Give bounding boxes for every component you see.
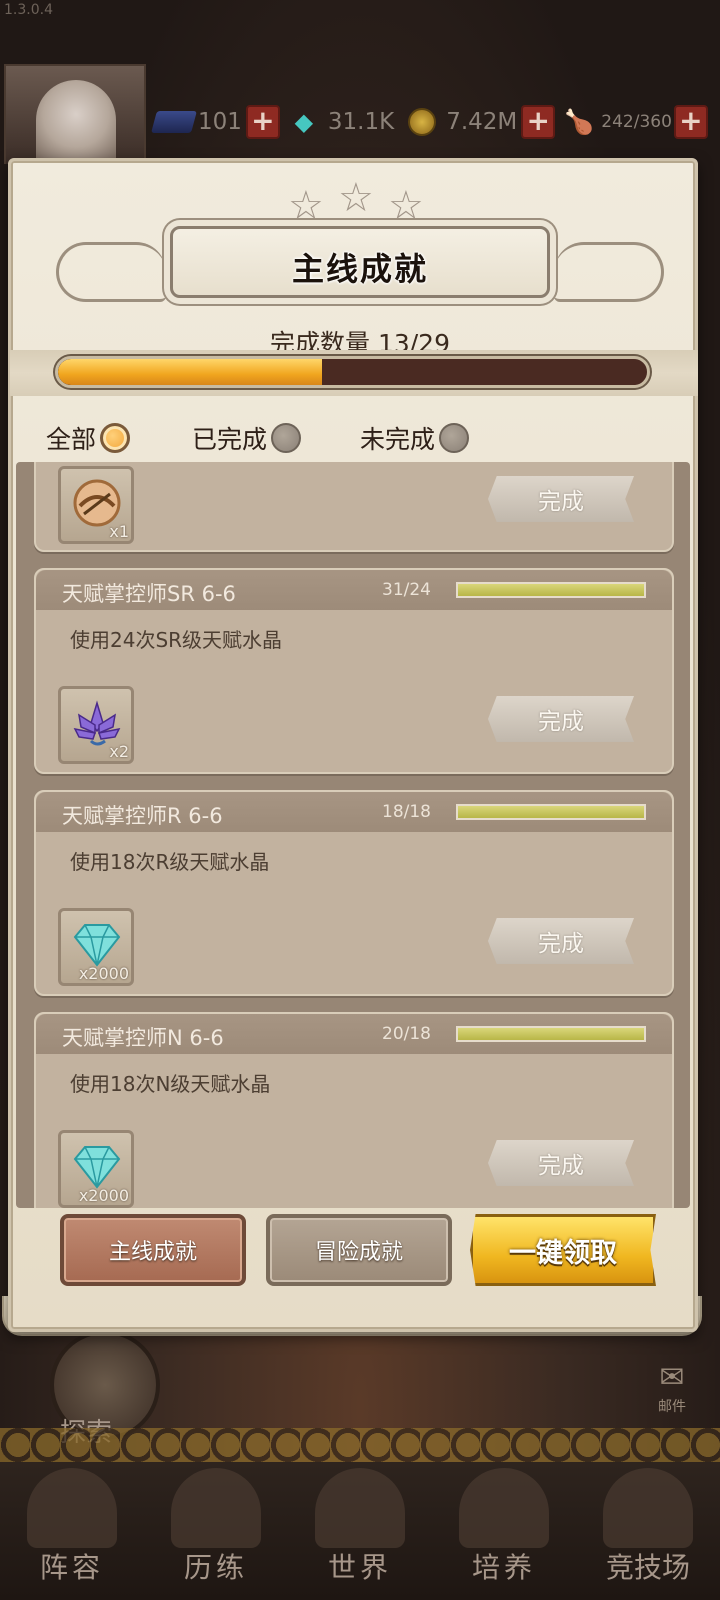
- resource-bar: 101 + ◆ 31.1K 7.42M + 🍗 242/360 +: [151, 96, 720, 148]
- claim-all-button[interactable]: 一键领取: [470, 1214, 656, 1286]
- achievement-title: 天赋掌控师SR 6-6: [62, 582, 236, 606]
- achievement-list[interactable]: x1 完成 天赋掌控师SR 6-6 31/24 使用24次SR级天赋水晶 x2 …: [16, 462, 690, 1208]
- complete-button[interactable]: 完成: [488, 476, 634, 522]
- achievement-progress-bar: [456, 582, 646, 598]
- filter-all[interactable]: 全部: [46, 420, 131, 456]
- achievement-progress-fill: [458, 584, 644, 596]
- card-header: 天赋掌控师N 6-6 20/18: [36, 1014, 672, 1054]
- complete-button[interactable]: 完成: [488, 696, 634, 742]
- mail-button[interactable]: ✉ 邮件: [644, 1360, 700, 1420]
- completion-progress-fill: [58, 359, 323, 385]
- achievement-count: 18/18: [382, 802, 431, 822]
- filter-incomplete[interactable]: 未完成: [360, 420, 470, 456]
- achievement-description: 使用18次N级天赋水晶: [70, 1072, 271, 1096]
- resource-gold: 7.42M +: [402, 102, 556, 142]
- achievement-title: 天赋掌控师R 6-6: [62, 804, 223, 828]
- achievement-card: 天赋掌控师R 6-6 18/18 使用18次R级天赋水晶 x2000 完成: [34, 790, 674, 996]
- panel-footer: 主线成就 冒险成就 一键领取: [0, 1214, 720, 1288]
- complete-button[interactable]: 完成: [488, 1140, 634, 1186]
- nav-lineup[interactable]: 阵容: [0, 1462, 144, 1600]
- version-label: 1.3.0.4: [4, 2, 53, 18]
- radio-unselected-icon[interactable]: [439, 423, 470, 453]
- filter-completed-label: 已完成: [192, 425, 268, 454]
- world-emblem-icon: [315, 1468, 405, 1548]
- resource-tome: 101 +: [151, 102, 280, 142]
- filter-group: 全部 已完成 未完成: [46, 420, 686, 460]
- player-avatar[interactable]: [4, 64, 146, 166]
- tome-icon: [151, 107, 197, 137]
- resource-diamond: ◆ 31.1K: [284, 102, 398, 142]
- achievement-progress-bar: [456, 804, 646, 820]
- nav-cultivate-label: 培养: [471, 1551, 536, 1584]
- nav-training[interactable]: 历练: [144, 1462, 288, 1600]
- gate-icon: [171, 1468, 261, 1548]
- card-header: 天赋掌控师SR 6-6 31/24: [36, 570, 672, 610]
- star-icon: ☆: [338, 175, 374, 221]
- radio-unselected-icon[interactable]: [271, 423, 302, 453]
- add-stamina-button[interactable]: +: [673, 105, 708, 139]
- mail-icon: ✉: [659, 1360, 685, 1395]
- avatar-portrait: [36, 80, 116, 166]
- filter-all-label: 全部: [46, 425, 97, 454]
- filter-completed[interactable]: 已完成: [192, 420, 302, 456]
- reward-slot[interactable]: x2000: [58, 908, 134, 986]
- nav-arena[interactable]: 竞技场: [576, 1462, 720, 1600]
- reward-quantity: x2: [109, 742, 129, 761]
- nav-world-label: 世界: [327, 1551, 392, 1584]
- achievement-title: 天赋掌控师N 6-6: [62, 1026, 224, 1050]
- achievement-progress-fill: [458, 1028, 644, 1040]
- achievement-progress-bar: [456, 1026, 646, 1042]
- decorative-coin-row: [0, 1428, 720, 1462]
- gold-value: 7.42M: [446, 109, 518, 135]
- card-header: 天赋掌控师R 6-6 18/18: [36, 792, 672, 832]
- reward-slot[interactable]: x2: [58, 686, 134, 764]
- star-icon: ☆: [288, 183, 324, 229]
- complete-button[interactable]: 完成: [488, 918, 634, 964]
- diamond-icon: ◆: [294, 108, 314, 136]
- completion-progress-bar: [55, 356, 650, 388]
- achievement-card: 天赋掌控师SR 6-6 31/24 使用24次SR级天赋水晶 x2 完成: [34, 568, 674, 774]
- arena-crest-icon: [603, 1468, 693, 1548]
- filter-incomplete-label: 未完成: [360, 425, 436, 454]
- reward-quantity: x2000: [78, 964, 129, 983]
- tome-value: 101: [198, 109, 242, 135]
- nav-cultivate[interactable]: 培养: [432, 1462, 576, 1600]
- add-gold-button[interactable]: +: [521, 105, 556, 139]
- main-achievements-tab[interactable]: 主线成就: [60, 1214, 246, 1286]
- achievement-count: 31/24: [382, 580, 431, 600]
- add-tome-button[interactable]: +: [245, 105, 280, 139]
- panel-title: 主线成就: [291, 250, 428, 288]
- reward-slot[interactable]: x2000: [58, 1130, 134, 1208]
- achievement-count: 20/18: [382, 1024, 431, 1044]
- reward-quantity: x1: [109, 522, 129, 541]
- resource-stamina: 🍗 242/360 +: [559, 102, 708, 142]
- meat-stamina-icon: 🍗: [564, 108, 595, 136]
- achievement-description: 使用18次R级天赋水晶: [70, 850, 270, 874]
- nav-arena-label: 竞技场: [605, 1551, 690, 1584]
- adventure-achievements-tab[interactable]: 冒险成就: [266, 1214, 452, 1286]
- achievement-card: x1 完成: [34, 462, 674, 552]
- nav-training-label: 历练: [183, 1551, 248, 1584]
- helmet-icon: [27, 1468, 117, 1548]
- bottom-nav: 阵容 历练 世界 培养 竞技场: [0, 1462, 720, 1600]
- reward-slot[interactable]: x1: [58, 466, 134, 544]
- gold-coin-icon: [402, 107, 442, 137]
- nav-world[interactable]: 世界: [288, 1462, 432, 1600]
- star-icon: ☆: [388, 183, 424, 229]
- stamina-value: 242/360: [601, 112, 672, 132]
- reward-quantity: x2000: [78, 1186, 129, 1205]
- achievement-description: 使用24次SR级天赋水晶: [70, 628, 283, 652]
- muscle-figure-icon: [459, 1468, 549, 1548]
- achievement-progress-fill: [458, 806, 644, 818]
- nav-lineup-label: 阵容: [39, 1551, 104, 1584]
- achievement-card: 天赋掌控师N 6-6 20/18 使用18次N级天赋水晶 x2000 完成: [34, 1012, 674, 1208]
- mail-label: 邮件: [658, 1399, 686, 1415]
- diamond-value: 31.1K: [327, 109, 395, 135]
- radio-selected-icon[interactable]: [100, 423, 131, 453]
